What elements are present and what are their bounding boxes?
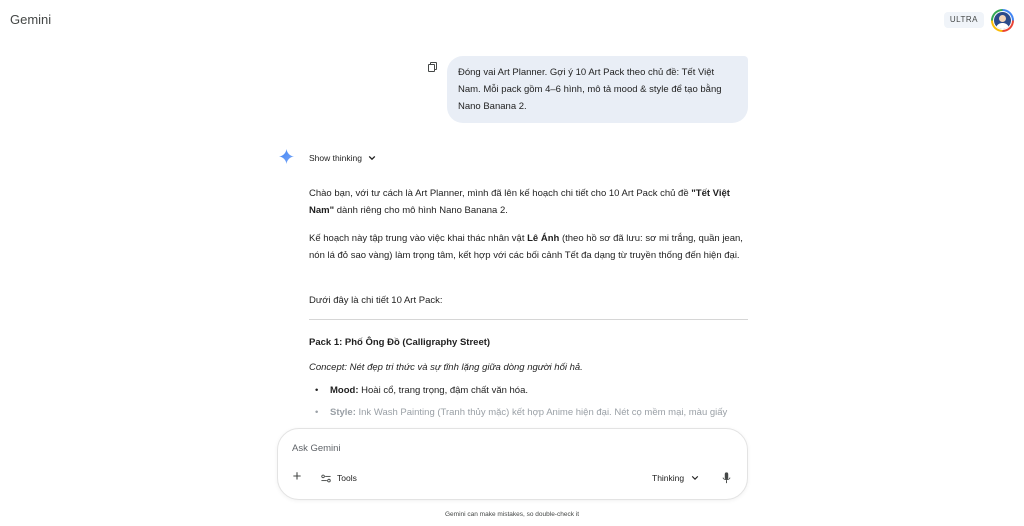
divider xyxy=(309,319,748,320)
chevron-down-icon xyxy=(368,155,376,160)
response-bold-text: Lê Ánh xyxy=(527,233,560,244)
microphone-icon[interactable] xyxy=(722,472,731,484)
app-title[interactable]: Gemini xyxy=(10,12,51,27)
pack-title: Pack 1: Phố Ông Đồ (Calligraphy Street) xyxy=(309,337,491,348)
response-text: dành riêng cho mô hình Nano Banana 2. xyxy=(334,205,508,216)
response-paragraph: Dưới đây là chi tiết 10 Art Pack: xyxy=(309,295,443,306)
response-text: Chào bạn, với tư cách là Art Planner, mì… xyxy=(309,188,692,199)
prompt-input[interactable]: Ask Gemini xyxy=(292,443,341,454)
mode-label: Thinking xyxy=(652,473,685,483)
prompt-composer: Ask Gemini + Tools Thinking xyxy=(277,428,748,500)
tools-button[interactable]: Tools xyxy=(321,473,357,483)
top-bar: Gemini ULTRA xyxy=(0,0,1024,40)
tools-icon xyxy=(321,474,331,482)
mood-text: Hoài cổ, trang trọng, đậm chất văn hóa. xyxy=(358,385,529,396)
copy-icon[interactable] xyxy=(428,62,438,73)
list-item: Mood: Hoài cổ, trang trọng, đậm chất văn… xyxy=(315,385,528,396)
plus-icon[interactable]: + xyxy=(290,469,304,484)
mood-label: Mood: xyxy=(330,385,359,396)
response-text: Kế hoạch này tập trung vào việc khai thá… xyxy=(309,233,528,244)
pack-concept: Concept: Nét đẹp tri thức và sự tĩnh lặn… xyxy=(309,362,583,373)
user-message-line: Nam. Mỗi pack gồm 4–6 hình, mô tả mood &… xyxy=(458,84,722,95)
style-label: Style: xyxy=(330,407,356,418)
avatar[interactable] xyxy=(991,9,1014,32)
plan-badge: ULTRA xyxy=(943,12,984,28)
style-text: Ink Wash Painting (Tranh thủy mặc) kết h… xyxy=(355,407,728,418)
gemini-sparkle-icon xyxy=(279,149,294,164)
response-paragraph: Chào bạn, với tư cách là Art Planner, mì… xyxy=(309,185,749,219)
disclaimer: Gemini can make mistakes, so double-chec… xyxy=(444,511,580,518)
user-message-line: Nano Banana 2. xyxy=(458,101,527,112)
show-thinking-label: Show thinking xyxy=(309,152,362,163)
response-paragraph: Kế hoạch này tập trung vào việc khai thá… xyxy=(309,230,749,264)
list-item: Style: Ink Wash Painting (Tranh thủy mặc… xyxy=(315,407,727,418)
mode-selector[interactable]: Thinking xyxy=(652,473,699,483)
user-message-line: Đóng vai Art Planner. Gợi ý 10 Art Pack … xyxy=(458,67,715,78)
show-thinking-toggle[interactable]: Show thinking xyxy=(309,151,376,164)
chevron-down-icon xyxy=(691,476,699,480)
user-message-bubble: Đóng vai Art Planner. Gợi ý 10 Art Pack … xyxy=(447,56,748,123)
tools-label: Tools xyxy=(337,473,357,483)
